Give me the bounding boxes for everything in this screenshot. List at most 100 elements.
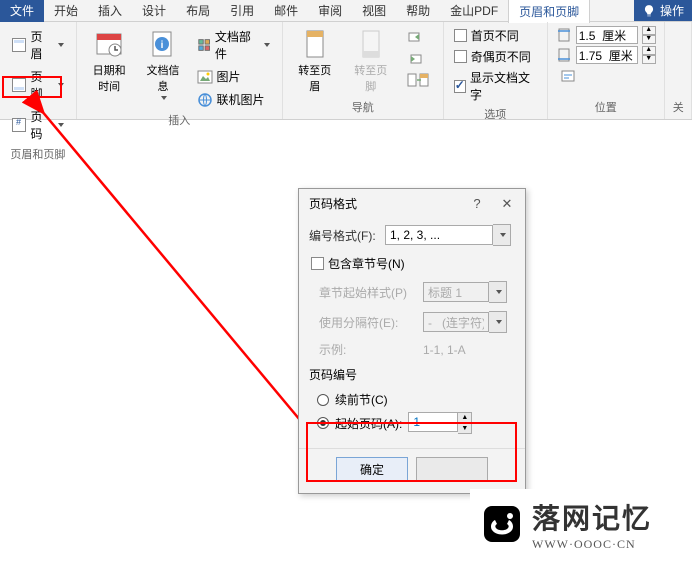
number-format-combo[interactable] [385,224,511,246]
group-label-insert: 插入 [85,110,274,128]
top-margin-icon [556,27,572,43]
header-button-label: 页眉 [30,28,51,62]
page-number-button[interactable]: 页码 [8,106,68,144]
top-margin-row: ▲ ▼ [556,26,656,44]
ok-button[interactable]: 确定 [336,457,408,481]
online-pic-icon [197,92,213,108]
show-doc-text-checkbox[interactable]: 显示文档文字 [452,68,539,104]
logo-url: WWW·OOOC·CN [532,537,652,552]
group-label-position: 位置 [556,97,656,115]
menu-insert[interactable]: 插入 [88,0,132,22]
menu-layout[interactable]: 布局 [176,0,220,22]
goto-footer-icon [355,28,387,60]
continue-prev-radio[interactable]: 续前节(C) [317,389,515,410]
picture-button[interactable]: 图片 [193,66,274,87]
bot-margin-input[interactable] [576,46,638,64]
bot-margin-icon [556,47,572,63]
example-value: 1-1, 1-A [423,343,466,357]
close-button[interactable]: ✕ [499,196,515,212]
include-chapter-label: 包含章节号(N) [328,255,405,272]
datetime-label: 日期和时间 [89,62,130,94]
checkbox-icon [311,257,324,270]
docparts-button[interactable]: 文档部件 [193,26,274,64]
menu-header-footer[interactable]: 页眉和页脚 [508,0,590,23]
docinfo-button[interactable]: i 文档信息 [141,26,184,102]
page-number-icon [12,118,26,132]
goto-header-button[interactable]: 转至页眉 [291,26,339,96]
logo-text: 落网记忆 [532,497,652,537]
menu-wpspdf[interactable]: 金山PDF [440,0,508,22]
top-margin-down[interactable]: ▼ [642,35,656,44]
ribbon-group-nav: 转至页眉 转至页脚 导航 [283,22,444,119]
chapter-start-style-dropdown-btn [489,281,507,303]
menu-help[interactable]: 帮助 [396,0,440,22]
start-at-radio[interactable]: 起始页码(A): ▲ ▼ [317,410,515,436]
footer-button[interactable]: 页脚 [8,66,68,104]
menu-mail[interactable]: 邮件 [264,0,308,22]
first-page-diff-checkbox[interactable]: 首页不同 [452,26,521,45]
chevron-down-icon [161,96,167,100]
page-number-button-label: 页码 [30,108,51,142]
tell-me[interactable]: 操作 [634,0,692,21]
docinfo-icon: i [147,28,179,60]
ribbon-group-header-footer: 页眉 页脚 页码 页眉和页脚 [0,22,77,119]
chevron-down-icon [58,123,64,127]
group-label-headerfooter: 页眉和页脚 [8,144,68,162]
nav-next-button[interactable] [403,48,435,68]
group-label-close: 关 [673,97,683,115]
nav-prev-button[interactable] [403,26,435,46]
cancel-button[interactable] [416,457,488,481]
odd-even-diff-label: 奇偶页不同 [471,48,531,65]
checkbox-icon [454,80,466,93]
link-to-prev-icon [407,72,431,88]
menu-file[interactable]: 文件 [0,0,44,22]
svg-text:i: i [161,40,164,51]
picture-label: 图片 [217,68,241,85]
number-format-label: 编号格式(F): [309,227,379,244]
bot-margin-down[interactable]: ▼ [642,55,656,64]
ribbon-group-close: 关 [665,22,692,119]
odd-even-diff-checkbox[interactable]: 奇偶页不同 [452,47,533,66]
menu-reference[interactable]: 引用 [220,0,264,22]
chevron-down-icon [58,83,64,87]
docinfo-label: 文档信息 [145,62,180,94]
menu-bar: 文件 开始 插入 设计 布局 引用 邮件 审阅 视图 帮助 金山PDF 页眉和页… [0,0,692,22]
lightbulb-icon [642,4,656,18]
start-at-down[interactable]: ▼ [458,423,472,434]
chevron-down-icon [264,43,270,47]
page-numbering-section-label: 页码编号 [309,366,515,383]
menu-design[interactable]: 设计 [132,0,176,22]
start-at-up[interactable]: ▲ [458,412,472,423]
datetime-button[interactable]: 日期和时间 [85,26,134,96]
number-format-input[interactable] [385,225,493,245]
separator-label: 使用分隔符(E): [319,314,417,331]
help-button[interactable]: ? [469,196,485,212]
goto-footer-button[interactable]: 转至页脚 [347,26,395,96]
insert-align-tab-button[interactable] [556,66,580,86]
header-button[interactable]: 页眉 [8,26,68,64]
start-at-input[interactable] [408,412,458,432]
bot-margin-up[interactable]: ▲ [642,46,656,55]
chevron-down-icon [496,320,502,324]
ribbon: 页眉 页脚 页码 页眉和页脚 日期和时间 i 文档信 [0,22,692,120]
menu-view[interactable]: 视图 [352,0,396,22]
logo-icon [478,500,526,548]
online-pic-label: 联机图片 [217,91,265,108]
picture-icon [197,69,213,85]
chapter-start-style-combo [423,281,507,303]
ribbon-group-position: ▲ ▼ ▲ ▼ 位置 [548,22,665,119]
start-at-spinner[interactable]: ▲ ▼ [408,412,472,434]
include-chapter-checkbox[interactable]: 包含章节号(N) [309,254,515,273]
menu-review[interactable]: 审阅 [308,0,352,22]
number-format-dropdown-btn[interactable] [493,224,511,246]
online-pic-button[interactable]: 联机图片 [193,89,274,110]
separator-combo [423,311,507,333]
link-to-prev-button[interactable] [403,70,435,90]
top-margin-up[interactable]: ▲ [642,26,656,35]
checkbox-icon [454,29,467,42]
top-margin-input[interactable] [576,26,638,44]
radio-icon [317,394,329,406]
menu-start[interactable]: 开始 [44,0,88,22]
docparts-label: 文档部件 [215,28,258,62]
link-next-icon [407,50,423,66]
